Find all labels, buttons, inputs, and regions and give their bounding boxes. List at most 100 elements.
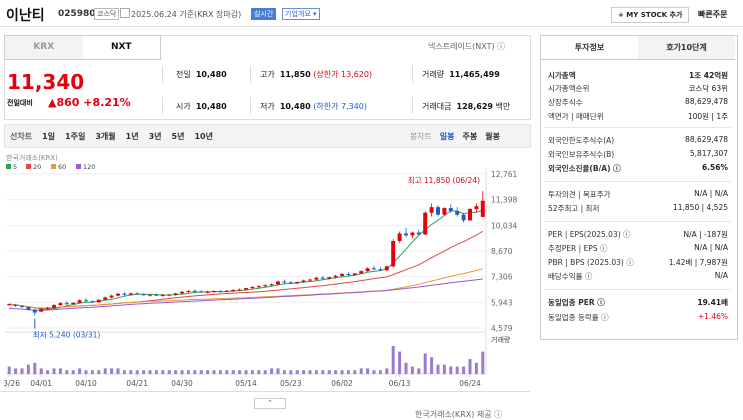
volume-bar bbox=[295, 370, 299, 374]
candle-body bbox=[186, 290, 191, 292]
volume-bar bbox=[33, 362, 37, 374]
period-10y[interactable]: 10년 bbox=[189, 131, 218, 142]
candle-body bbox=[346, 273, 351, 275]
company-overview-button[interactable]: 기업개요 ▾ bbox=[282, 8, 320, 20]
market-badge: 코스닥 bbox=[94, 8, 120, 20]
invest-row: 배당수익률 ⓘ N/A bbox=[548, 271, 728, 282]
candle-body bbox=[391, 241, 396, 267]
candle-body bbox=[7, 304, 12, 306]
volume-bar bbox=[410, 366, 414, 374]
period-1y[interactable]: 1년 bbox=[121, 131, 144, 142]
invest-row: 외국인소진율(B/A) ⓘ 6.56% bbox=[548, 163, 728, 174]
tab-invest-info[interactable]: 투자정보 bbox=[541, 36, 638, 59]
volume-bar bbox=[449, 366, 453, 374]
monthly-candle-tab[interactable]: 월봉 bbox=[481, 131, 530, 142]
volume-bar bbox=[180, 370, 184, 374]
x-tick-label: 06/13 bbox=[389, 379, 411, 388]
candle-body bbox=[320, 277, 325, 279]
invest-row-value: 11,850 | 4,525 bbox=[672, 203, 728, 212]
x-tick-label: 05/14 bbox=[235, 379, 257, 388]
line-chart-toggle[interactable]: 선차트 bbox=[5, 131, 37, 142]
invest-row-value: 5,817,307 bbox=[689, 149, 728, 158]
nxt-info-link[interactable]: 넥스트레이드(NXT) ⓘ bbox=[428, 41, 505, 52]
candle-body bbox=[340, 273, 344, 276]
volume-bar bbox=[193, 370, 197, 374]
volume-bar bbox=[481, 351, 485, 374]
volume-bar bbox=[308, 370, 312, 374]
volume-bar bbox=[417, 368, 421, 374]
tab-orderbook[interactable]: 호가10단계 bbox=[638, 36, 735, 59]
candle-body bbox=[32, 309, 37, 313]
y-tick-label: 8,670 bbox=[491, 247, 513, 256]
volume-bar bbox=[263, 370, 267, 374]
volume-bar bbox=[314, 370, 318, 374]
candle-body bbox=[148, 294, 152, 296]
volume-bar bbox=[225, 370, 229, 374]
legend-swatch bbox=[26, 164, 31, 169]
candle-body bbox=[372, 268, 376, 270]
volume-bar bbox=[436, 364, 440, 374]
price-chart[interactable]: 12,761 11,398 10,034 8,670 7,306 5,943 4,579 한국… bbox=[0, 150, 529, 390]
candle-body bbox=[333, 275, 338, 278]
x-tick-label: 05/23 bbox=[280, 379, 302, 388]
chart-collapse-handle[interactable]: ⌃ bbox=[254, 398, 286, 409]
volume-bar bbox=[154, 370, 158, 374]
candle-body bbox=[39, 308, 44, 312]
tab-krx[interactable]: KRX bbox=[5, 36, 83, 59]
invest-row-value: N/A | N/A bbox=[694, 189, 728, 198]
period-3m[interactable]: 3개월 bbox=[90, 131, 120, 142]
divider bbox=[412, 66, 413, 83]
candle-body bbox=[480, 200, 485, 217]
y-tick-label: 7,306 bbox=[491, 273, 513, 282]
weekly-candle-tab[interactable]: 주봉 bbox=[459, 131, 482, 142]
candle-body bbox=[154, 294, 159, 296]
period-5y[interactable]: 5년 bbox=[167, 131, 190, 142]
high-price: 고가 11,850 (상한가 13,620) bbox=[260, 70, 373, 79]
quick-order-link[interactable]: 빠른주문 bbox=[698, 9, 727, 20]
volume-bar bbox=[129, 370, 133, 374]
low-annotation: 최저 5,240 (03/31) bbox=[33, 330, 101, 340]
volume-bar bbox=[116, 368, 120, 374]
volume-bar bbox=[302, 370, 306, 374]
current-price: 11,340 bbox=[7, 70, 85, 94]
my-stock-add-button[interactable]: + MY STOCK 추가 bbox=[611, 7, 690, 23]
candle-body bbox=[397, 233, 402, 242]
volume-bar bbox=[321, 370, 325, 374]
row-divider bbox=[545, 221, 731, 222]
legend-label: 5 bbox=[13, 163, 17, 171]
invest-row: 동일업종 등락률 ⓘ +1.46% bbox=[548, 312, 728, 323]
candle-body bbox=[448, 208, 453, 211]
volume-bar bbox=[231, 370, 235, 374]
candle-chart-toggle[interactable]: 봉차트 bbox=[406, 131, 436, 142]
candle-body bbox=[429, 207, 434, 213]
period-1d[interactable]: 1일 bbox=[37, 131, 60, 142]
invest-row: 액면가 | 매매단위 100원 | 1주 bbox=[548, 111, 728, 122]
candle-body bbox=[359, 271, 364, 274]
invest-row: 52주최고 | 최저 11,850 | 4,525 bbox=[548, 203, 728, 214]
realtime-badge[interactable]: 실시간 bbox=[251, 8, 277, 20]
period-3y[interactable]: 3년 bbox=[144, 131, 167, 142]
x-tick-label: 06/02 bbox=[331, 379, 353, 388]
invest-row: 시가총액순위 코스닥 63위 bbox=[548, 83, 728, 94]
volume-bar bbox=[52, 368, 56, 374]
x-tick-label: 04/21 bbox=[126, 379, 148, 388]
invest-row-value: 6.56% bbox=[701, 163, 728, 172]
volume-bar bbox=[238, 370, 242, 374]
invest-row: PER | EPS(2025.03) ⓘ N/A | -187원 bbox=[548, 229, 728, 240]
volume-bar bbox=[442, 364, 446, 374]
tab-nxt[interactable]: NXT bbox=[82, 36, 160, 59]
candle-body bbox=[461, 214, 466, 221]
data-source-credit: 한국거래소(KRX) 제공 ⓘ bbox=[415, 410, 503, 419]
candle-body bbox=[423, 212, 428, 235]
invest-row-value: 19.41배 bbox=[697, 298, 728, 307]
volume-bar bbox=[110, 368, 114, 374]
daily-candle-tab[interactable]: 일봉 bbox=[436, 131, 459, 142]
period-1w[interactable]: 1주일 bbox=[60, 131, 90, 142]
price-chart-svg[interactable]: 12,761 11,398 10,034 8,670 7,306 5,943 4,579 한국… bbox=[0, 150, 529, 390]
volume-bar bbox=[474, 362, 478, 374]
invest-row-value: 코스닥 63위 bbox=[688, 84, 728, 93]
legend-label: 60 bbox=[58, 163, 66, 171]
candle-body bbox=[116, 293, 120, 296]
volume-bar bbox=[26, 364, 30, 374]
volume-bar bbox=[97, 370, 101, 374]
